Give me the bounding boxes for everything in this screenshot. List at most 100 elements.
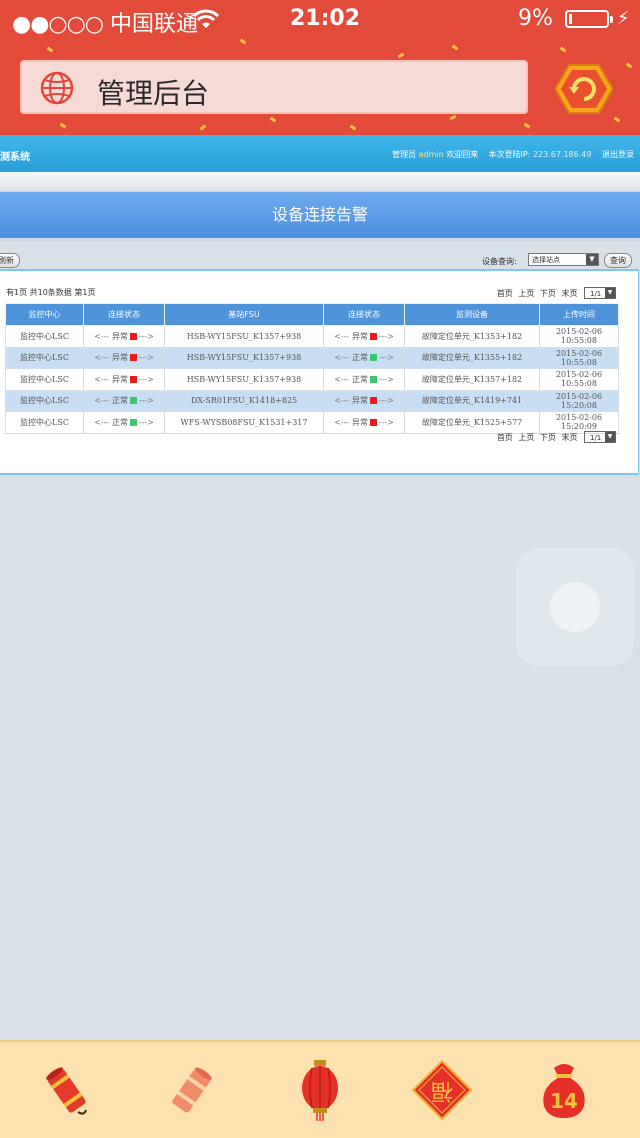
device-cell: 故障定位单元_K1525+577 [404,411,540,434]
center-cell: 监控中心LSC [5,325,84,348]
arrow-right: ---> [139,417,154,427]
column-header: 基站FSU [164,303,324,326]
column-header: 连接状态 [83,303,165,326]
status-text: 正常 [352,374,368,384]
page-select-value: 1/1 [590,290,602,298]
status-indicator-icon [370,418,377,426]
status-text: 正常 [352,353,368,363]
time-cell: 2015-02-06 10:55:08 [539,325,619,348]
page-select[interactable]: 1/1 ▼ [584,287,616,299]
status-text: 异常 [352,331,368,341]
arrow-right: ---> [379,331,394,341]
pager-next[interactable]: 下页 [540,289,556,298]
station-select[interactable]: 选择站点 ▼ [528,253,599,266]
pager-last[interactable]: 末页 [561,433,577,442]
arrow-left: <--- [94,353,109,363]
table-row: 监控中心LSC <--- 异常 ---> HSB-WY15FSU_K1357+938 <-… [5,368,619,391]
device-cell: 故障定位单元_K1419+741 [404,389,540,412]
carrier-name: 中国联通 [109,12,198,37]
battery-icon [565,10,613,28]
status-cell: <--- 异常 ---> [323,389,405,412]
status-cell: <--- 正常 ---> [323,368,405,391]
arrow-left: <--- [334,331,349,341]
status-cell: <--- 异常 ---> [83,368,165,391]
alarm-table: 监控中心 连接状态 基站FSU 连接状态 监测设备 上传时间 监控中心LSC <-… [5,303,619,434]
arrow-right: ---> [379,353,394,363]
clock: 21:02 [290,6,361,31]
bottom-toolbar: 福 14 [0,1040,640,1138]
time-cell: 2015-02-06 15:20:08 [539,389,619,412]
arrow-right: ---> [379,396,394,406]
status-indicator-icon [370,375,377,383]
globe-icon [40,71,74,105]
status-cell: <--- 异常 ---> [83,346,165,369]
carrier: ●●○○○ 中国联通 [12,6,198,38]
bag-badge: 14 [550,1089,578,1113]
ip-label: 本次登陆IP: [488,150,531,159]
pager-next[interactable]: 下页 [540,433,556,442]
arrow-right: ---> [379,374,394,384]
table-row: 监控中心LSC <--- 异常 ---> HSB-WY15FSU_K1357+938 <-… [5,325,619,348]
pager-bottom: 首页 上页 下页 末页 1/1 ▼ [494,431,616,443]
status-indicator-icon [130,397,137,405]
system-name: 测系统 [0,152,30,163]
column-header: 上传时间 [539,303,619,326]
pager-first[interactable]: 首页 [497,433,513,442]
time-cell: 2015-02-06 15:20:09 [539,411,619,434]
logout-link[interactable]: 退出登录 [602,150,634,159]
arrow-left: <--- [334,396,349,406]
arrow-left: <--- [94,374,109,384]
table-row: 监控中心LSC <--- 正常 ---> WFS-WYSB08FSU_K1531+317… [5,411,619,434]
signal-strength: ●●○○○ [12,12,104,37]
assistive-touch-button[interactable] [516,548,634,666]
device-cell: 故障定位单元_K1353+182 [404,325,540,348]
status-cell: <--- 正常 ---> [323,346,405,369]
fsu-cell: HSB-WY15FSU_K1357+938 [164,325,324,348]
lucky-bag-icon[interactable]: 14 [532,1058,596,1122]
center-cell: 监控中心LSC [5,411,84,434]
chevron-down-icon: ▼ [605,432,615,442]
address-bar[interactable]: 管理后台 [20,60,528,114]
fu-icon[interactable]: 福 [410,1058,474,1122]
chevron-down-icon: ▼ [605,288,615,298]
app-header: 测系统 管理员 admin 欢迎回来 本次登陆IP: 223.67.186.49… [0,135,640,172]
fsu-cell: DX-SR01FSU_K1418+825 [164,389,324,412]
status-cell: <--- 正常 ---> [83,389,165,412]
pager-prev[interactable]: 上页 [518,433,534,442]
status-indicator-icon [130,418,137,426]
welcome-text: 欢迎回来 [446,150,479,159]
pager-last[interactable]: 末页 [561,289,577,298]
status-text: 正常 [112,417,128,427]
firecracker-icon[interactable] [160,1058,224,1122]
browser-top-area: ●●○○○ 中国联通 21:02 9% ⚡ 管理后台 [0,0,640,135]
column-header: 连接状态 [323,303,405,326]
firecracker-icon[interactable] [34,1058,98,1122]
query-button[interactable]: 查询 [604,253,632,268]
menu-strip [0,172,640,192]
reload-icon[interactable] [555,63,613,115]
refresh-button[interactable]: 刷新 [0,253,20,268]
device-query-label: 设备查询: [482,257,517,266]
arrow-right: ---> [139,396,154,406]
ip-value: 223.67.186.49 [532,150,592,159]
status-indicator-icon [130,332,137,340]
pager-top: 首页 上页 下页 末页 1/1 ▼ [494,287,616,299]
pager-first[interactable]: 首页 [497,289,513,298]
pager-prev[interactable]: 上页 [518,289,534,298]
status-indicator-icon [370,397,377,405]
lantern-icon[interactable] [288,1058,352,1122]
section-title: 设备连接告警 [271,205,368,224]
arrow-right: ---> [379,417,394,427]
device-cell: 故障定位单元_K1355+182 [404,346,540,369]
status-indicator-icon [130,375,137,383]
status-cell: <--- 异常 ---> [323,411,405,434]
status-indicator-icon [130,354,137,362]
page-select[interactable]: 1/1 ▼ [584,431,616,443]
arrow-left: <--- [334,417,349,427]
fu-glyph: 福 [431,1078,453,1103]
arrow-left: <--- [94,331,109,341]
status-indicator-icon [370,332,377,340]
center-cell: 监控中心LSC [5,389,84,412]
admin-user: admin [418,150,444,159]
status-cell: <--- 异常 ---> [323,325,405,348]
